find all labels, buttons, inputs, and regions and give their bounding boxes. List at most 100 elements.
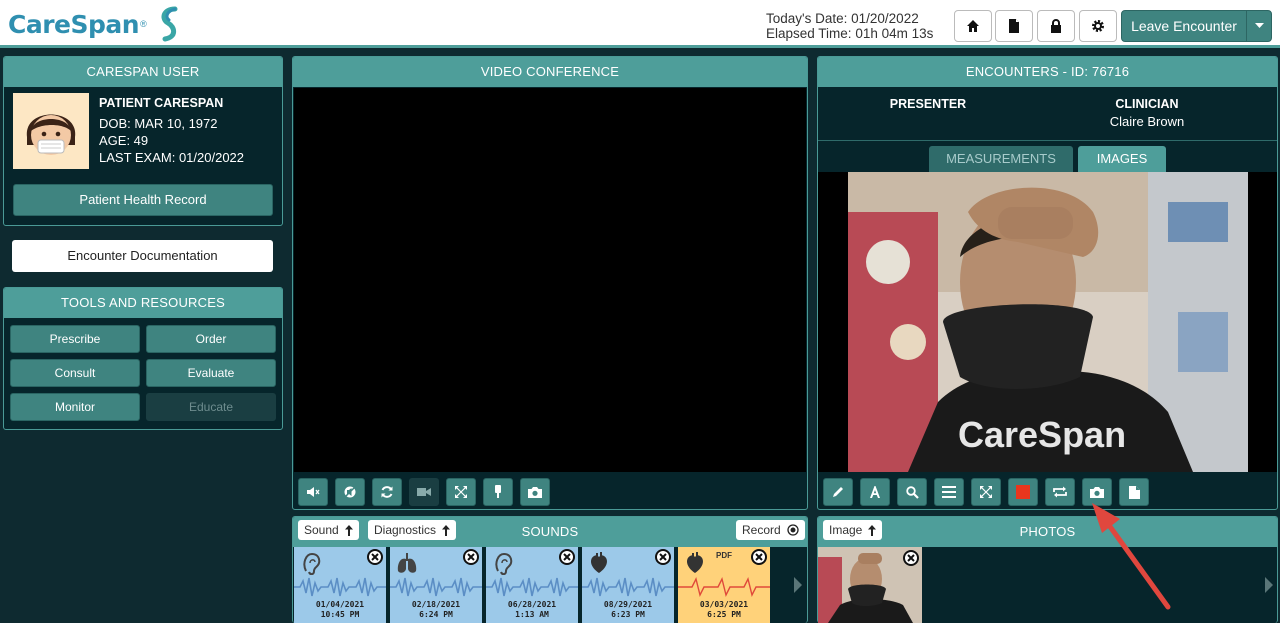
snapshot-button[interactable]	[520, 478, 550, 506]
home-button[interactable]	[954, 10, 992, 42]
zoom-button[interactable]	[897, 478, 927, 506]
clinician-name: Claire Brown	[1109, 114, 1185, 129]
logo-trademark: ®	[140, 19, 147, 29]
leave-encounter-button[interactable]: Leave Encounter	[1121, 10, 1272, 42]
rotate-icon	[1053, 486, 1067, 498]
encounters-title: ENCOUNTERS - ID: 76716	[818, 57, 1277, 87]
diagnostics-select[interactable]: Diagnostics	[368, 520, 457, 540]
sounds-panel: SOUNDS Sound Diagnostics Record 01/04/20…	[292, 516, 808, 623]
remove-sound-icon[interactable]	[654, 548, 672, 566]
document-button[interactable]	[995, 10, 1033, 42]
camera-button[interactable]	[409, 478, 439, 506]
sound-item[interactable]: 01/04/2021 10:45 PM	[294, 547, 386, 623]
patient-age: AGE: 49	[99, 133, 149, 148]
prescribe-button[interactable]: Prescribe	[10, 325, 140, 353]
image-viewer[interactable]: CareSpan	[818, 172, 1277, 472]
sound-select[interactable]: Sound	[298, 520, 359, 540]
date-label: Today's Date:	[766, 11, 848, 26]
settings-button[interactable]	[1079, 10, 1117, 42]
carespan-logo[interactable]: CareSpan ®	[8, 5, 183, 43]
monitor-button[interactable]: Monitor	[10, 393, 140, 421]
tab-measurements[interactable]: MEASUREMENTS	[929, 146, 1073, 172]
record-sound-button[interactable]: Record	[736, 520, 805, 540]
snapshot-icon	[528, 486, 542, 498]
remove-sound-icon[interactable]	[366, 548, 384, 566]
tools-panel-title: TOOLS AND RESOURCES	[4, 288, 282, 318]
clinician-label: CLINICIAN	[1115, 97, 1179, 111]
mute-icon	[307, 487, 320, 497]
sounds-next-arrow-icon[interactable]	[793, 577, 803, 593]
remove-sound-icon[interactable]	[462, 548, 480, 566]
sound-timestamp: 06/28/2021 1:13 AM	[486, 600, 578, 620]
diagnostics-select-label: Diagnostics	[374, 523, 437, 537]
annotation-arrow-icon	[1092, 503, 1171, 610]
consult-button[interactable]: Consult	[10, 359, 140, 387]
record-button[interactable]	[1008, 478, 1038, 506]
flashlight-button[interactable]	[483, 478, 513, 506]
remove-sound-icon[interactable]	[558, 548, 576, 566]
sound-date: 06/28/2021	[507, 600, 557, 609]
order-button[interactable]: Order	[146, 325, 276, 353]
photo-thumbnail[interactable]	[818, 547, 922, 623]
shirt-text: CareSpan	[958, 414, 1126, 455]
sound-timestamp: 03/03/2021 6:25 PM	[678, 600, 770, 620]
patient-info: PATIENT CARESPAN DOB: MAR 10, 1972 AGE: …	[99, 95, 244, 166]
video-controls	[298, 478, 550, 506]
video-stream[interactable]	[294, 88, 806, 472]
sound-item[interactable]: 02/18/2021 6:24 PM	[390, 547, 482, 623]
tab-images[interactable]: IMAGES	[1078, 146, 1166, 172]
arrow-up-icon	[442, 524, 451, 536]
sound-date: 01/04/2021	[315, 600, 365, 609]
arrow-up-icon	[868, 524, 877, 536]
elapsed-value: 01h 04m 13s	[855, 26, 934, 41]
leave-dropdown-toggle[interactable]	[1247, 23, 1271, 29]
sound-timestamp: 02/18/2021 6:24 PM	[390, 600, 482, 620]
image-fullscreen-button[interactable]	[971, 478, 1001, 506]
patient-health-record-button[interactable]: Patient Health Record	[13, 184, 273, 216]
fullscreen-button[interactable]	[446, 478, 476, 506]
record-icon	[1016, 485, 1030, 499]
camera-icon	[417, 488, 431, 496]
photos-title: PHOTOS	[818, 517, 1277, 547]
fullscreen-icon	[980, 486, 992, 498]
remove-sound-icon[interactable]	[750, 548, 768, 566]
rotate-button[interactable]	[1045, 478, 1075, 506]
heart-icon	[687, 552, 703, 573]
sound-time: 10:45 PM	[320, 610, 360, 619]
presenter-block: PRESENTER	[888, 97, 968, 111]
ear-icon	[303, 552, 321, 575]
speaker-off-icon	[344, 486, 356, 498]
photos-panel: PHOTOS Image	[817, 516, 1278, 623]
remove-photo-icon[interactable]	[902, 549, 920, 567]
lock-button[interactable]	[1037, 10, 1075, 42]
gear-icon	[1092, 20, 1104, 32]
ear-icon	[495, 552, 513, 575]
tools-panel: TOOLS AND RESOURCES Prescribe Order Cons…	[3, 287, 283, 430]
waveform-icon	[294, 577, 386, 597]
sound-time: 1:13 AM	[515, 610, 549, 619]
encounter-documentation-button[interactable]: Encounter Documentation	[12, 240, 273, 272]
arrow-up-icon	[344, 524, 353, 536]
user-panel: CARESPAN USER PATIENT CARESPAN DOB: MAR …	[3, 56, 283, 226]
waveform-icon	[486, 577, 578, 597]
heart-icon	[591, 552, 607, 573]
mute-button[interactable]	[298, 478, 328, 506]
patient-avatar	[13, 93, 89, 169]
sound-item[interactable]: PDF 03/03/2021 6:25 PM	[678, 547, 770, 623]
sound-item[interactable]: 06/28/2021 1:13 AM	[486, 547, 578, 623]
pencil-button[interactable]	[823, 478, 853, 506]
chevron-down-icon	[1254, 23, 1264, 28]
zoom-icon	[905, 485, 919, 499]
list-button[interactable]	[934, 478, 964, 506]
record-circle-icon	[787, 524, 799, 536]
refresh-button[interactable]	[372, 478, 402, 506]
waveform-icon	[390, 577, 482, 597]
flashlight-icon	[495, 485, 501, 498]
evaluate-button[interactable]: Evaluate	[146, 359, 276, 387]
photos-next-arrow-icon[interactable]	[1264, 577, 1274, 593]
text-button[interactable]	[860, 478, 890, 506]
speaker-off-button[interactable]	[335, 478, 365, 506]
sound-item[interactable]: 08/29/2021 6:23 PM	[582, 547, 674, 623]
sound-select-label: Sound	[304, 523, 339, 537]
image-select[interactable]: Image	[823, 520, 883, 540]
